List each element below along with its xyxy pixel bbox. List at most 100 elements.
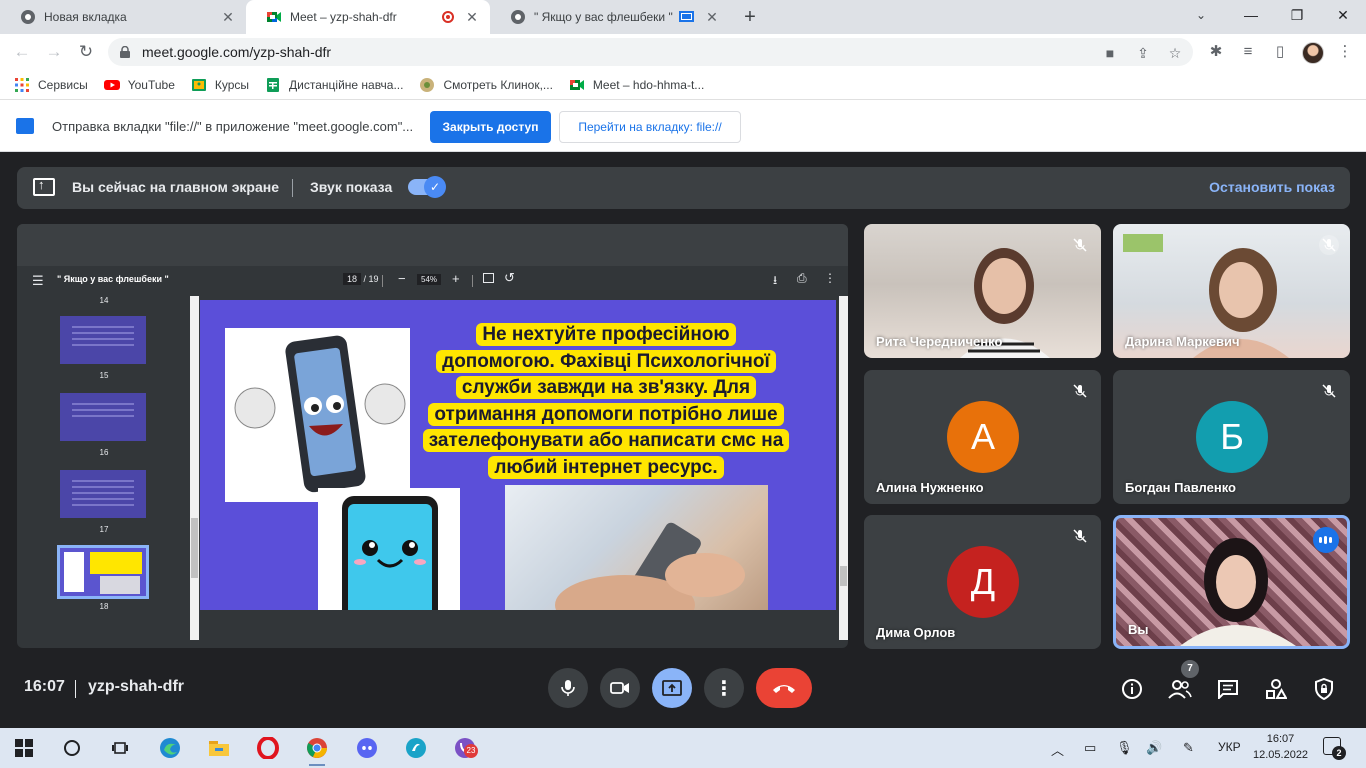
stop-presenting-button[interactable]: Остановить показ xyxy=(1209,179,1335,195)
bookmark-label: Meet – hdo-hhma-t... xyxy=(592,77,705,92)
discord-icon[interactable] xyxy=(355,736,379,760)
participant-tile[interactable]: Б Богдан Павленко xyxy=(1113,370,1350,504)
language-indicator[interactable]: УКР xyxy=(1218,740,1241,754)
clock-date: 12.05.2022 xyxy=(1253,749,1309,761)
volume-icon[interactable]: 🔊 xyxy=(1146,740,1162,756)
new-tab-icon[interactable]: + xyxy=(738,5,762,29)
close-tab-icon[interactable]: ✕ xyxy=(220,9,236,25)
profile-avatar[interactable] xyxy=(1302,42,1324,64)
close-window-icon[interactable]: ✕ xyxy=(1320,0,1366,30)
thumbnail-number: 17 xyxy=(99,525,109,534)
classroom-icon xyxy=(191,78,206,91)
maximize-icon[interactable]: ❐ xyxy=(1274,0,1320,30)
zoom-out-icon[interactable]: − xyxy=(398,271,406,286)
page-total: / 19 xyxy=(363,274,379,284)
more-icon[interactable]: ⋮ xyxy=(824,271,836,285)
notification-center-icon[interactable]: 2 xyxy=(1323,737,1346,760)
microphone-tray-icon[interactable]: 🎙 xyxy=(1116,740,1133,756)
more-icon[interactable]: ⋮ xyxy=(1336,43,1354,61)
chevron-down-icon[interactable]: ⌄ xyxy=(1196,8,1206,22)
activities-button[interactable] xyxy=(1263,676,1289,702)
page-input[interactable]: 18 xyxy=(343,273,362,285)
windows-taskbar: 23 ︿ ▭ 🎙 🔊 ✎ УКР 16:07 12.05.2022 2 xyxy=(0,728,1366,768)
stop-sharing-button[interactable]: Закрыть доступ xyxy=(430,111,551,143)
microphone-button[interactable] xyxy=(548,668,588,708)
reload-icon[interactable]: ↻ xyxy=(74,40,98,64)
minimize-icon[interactable]: — xyxy=(1228,0,1274,30)
opera-icon[interactable] xyxy=(256,736,280,760)
participant-tile[interactable]: А Алина Нужненко xyxy=(864,370,1101,504)
zoom-level[interactable]: 54% xyxy=(417,274,442,285)
thumbnail-number: 14 xyxy=(99,296,109,305)
address-bar[interactable]: meet.google.com/yzp-shah-dfr ■ ⇪ ☆ xyxy=(108,38,1193,66)
search-icon[interactable] xyxy=(60,736,84,760)
tab-strip: Новая вкладка ✕ Meet – yzp-shah-dfr ✕ " … xyxy=(0,0,1366,34)
document-scrollbar[interactable] xyxy=(839,296,848,640)
back-icon[interactable]: ← xyxy=(10,40,34,64)
self-tile[interactable]: Вы xyxy=(1113,515,1350,649)
stage-header xyxy=(17,224,848,266)
bookmark-courses[interactable]: Курсы xyxy=(191,77,249,93)
camera-icon[interactable]: ■ xyxy=(1101,44,1119,62)
print-icon[interactable]: ⎙ xyxy=(797,271,807,286)
thumbnail-page[interactable] xyxy=(60,470,146,518)
share-icon[interactable]: ⇪ xyxy=(1134,44,1152,62)
tab-new-tab[interactable]: Новая вкладка ✕ xyxy=(0,0,246,34)
hand-with-phone-icon xyxy=(555,522,745,610)
sound-toggle[interactable]: ✓ xyxy=(408,176,446,198)
fit-page-icon[interactable] xyxy=(483,273,494,283)
url-text: meet.google.com/yzp-shah-dfr xyxy=(142,44,332,60)
file-explorer-icon[interactable] xyxy=(207,736,231,760)
notification-count: 2 xyxy=(1332,746,1346,760)
menu-icon[interactable]: ☰ xyxy=(32,273,44,289)
download-icon[interactable]: ⭳ xyxy=(773,271,777,292)
close-tab-icon[interactable]: ✕ xyxy=(704,9,720,25)
thumbnail-page[interactable] xyxy=(60,393,146,441)
bookmark-distance-learning[interactable]: Дистанційне навча... xyxy=(265,77,403,93)
activities-icon xyxy=(1266,679,1287,699)
star-icon[interactable]: ☆ xyxy=(1166,44,1184,62)
rotate-icon[interactable]: ↺ xyxy=(504,270,515,286)
thumbnail-page[interactable] xyxy=(60,316,146,364)
task-view-icon[interactable] xyxy=(108,736,132,760)
forward-icon[interactable]: → xyxy=(42,40,66,64)
participant-tile[interactable]: Рита Чередниченко xyxy=(864,224,1101,358)
present-screen-icon xyxy=(33,177,55,196)
thumbnail-scrollbar[interactable] xyxy=(190,296,199,640)
participant-tile[interactable]: Д Дима Орлов xyxy=(864,515,1101,649)
thumbnail-page-selected[interactable] xyxy=(57,545,149,599)
participant-tile[interactable]: Дарина Маркевич xyxy=(1113,224,1350,358)
go-to-tab-button[interactable]: Перейти на вкладку: file:// xyxy=(559,111,741,143)
more-options-button[interactable]: ⋮ xyxy=(704,668,744,708)
participant-name: Дарина Маркевич xyxy=(1125,334,1240,349)
pen-icon[interactable]: ✎ xyxy=(1183,740,1194,756)
zoom-in-icon[interactable]: + xyxy=(452,271,460,286)
battery-icon[interactable]: ▭ xyxy=(1084,740,1096,756)
tab-flashbacks[interactable]: " Якщо у вас флешбеки " ✕ xyxy=(490,0,730,34)
system-clock[interactable]: 16:07 12.05.2022 xyxy=(1253,731,1308,763)
close-tab-icon[interactable]: ✕ xyxy=(464,9,480,25)
host-controls-button[interactable] xyxy=(1311,676,1337,702)
mic-off-icon xyxy=(1070,381,1090,401)
present-button[interactable] xyxy=(652,668,692,708)
bookmark-youtube[interactable]: YouTube xyxy=(103,77,175,93)
meeting-details-button[interactable] xyxy=(1119,676,1145,702)
leave-call-button[interactable] xyxy=(756,668,812,708)
chat-button[interactable] xyxy=(1215,676,1241,702)
photo-app-icon[interactable] xyxy=(404,736,428,760)
people-button[interactable] xyxy=(1167,676,1193,702)
chrome-icon[interactable] xyxy=(305,736,329,766)
side-panel-icon[interactable]: ▯ xyxy=(1271,43,1289,61)
bookmark-anime[interactable]: Смотреть Клинок,... xyxy=(419,77,553,93)
extensions-icon[interactable]: ✱ xyxy=(1207,43,1225,61)
windows-start-icon[interactable] xyxy=(12,736,36,760)
camera-button[interactable] xyxy=(600,668,640,708)
tab-meet[interactable]: Meet – yzp-shah-dfr ✕ xyxy=(246,0,490,34)
media-icon[interactable]: ≡ xyxy=(1239,43,1257,61)
edge-icon[interactable] xyxy=(158,736,182,760)
bookmark-services[interactable]: Сервисы xyxy=(14,77,88,93)
chevron-up-icon[interactable]: ︿ xyxy=(1051,740,1064,759)
youtube-icon xyxy=(103,79,120,90)
bookmark-meet[interactable]: Meet – hdo-hhma-t... xyxy=(569,77,704,93)
window-controls: — ❐ ✕ xyxy=(1228,0,1366,34)
